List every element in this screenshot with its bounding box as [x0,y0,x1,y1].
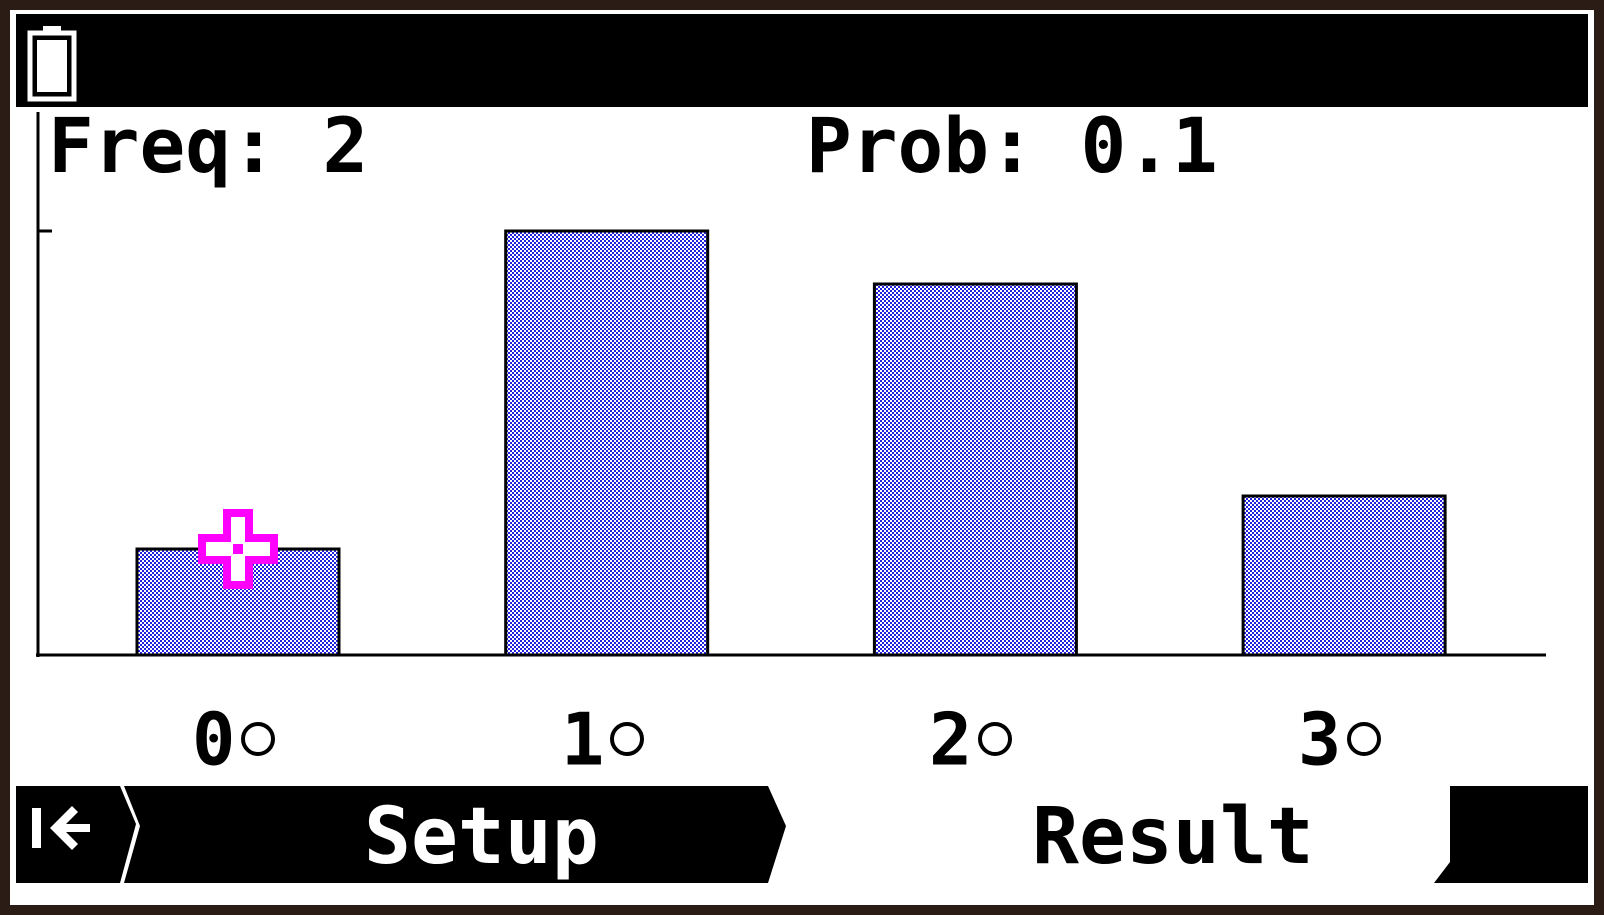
result-button[interactable]: Result [1032,798,1314,876]
category-label: 3 [1298,698,1382,775]
histogram-bar[interactable] [872,282,1078,657]
category-label: 0 [192,698,276,775]
soft-key-shapes [16,786,1588,883]
setup-button[interactable]: Setup [364,798,599,876]
histogram-bar[interactable] [504,229,710,657]
category-label: 2 [929,698,1013,775]
category-label: 1 [561,698,645,775]
calculator-screen: Freq: 2 Prob: 0.1 0 1 2 3 Setup Result [10,10,1594,905]
degree-circle-icon [241,722,276,757]
soft-key-bar: Setup Result [16,786,1588,883]
histogram-bar[interactable] [1241,494,1447,657]
degree-circle-icon [1347,722,1382,757]
degree-circle-icon [978,722,1013,757]
degree-circle-icon [610,722,645,757]
cursor-center [233,544,243,554]
histogram-chart[interactable] [10,10,1594,690]
corner-softkey[interactable] [1434,786,1588,883]
